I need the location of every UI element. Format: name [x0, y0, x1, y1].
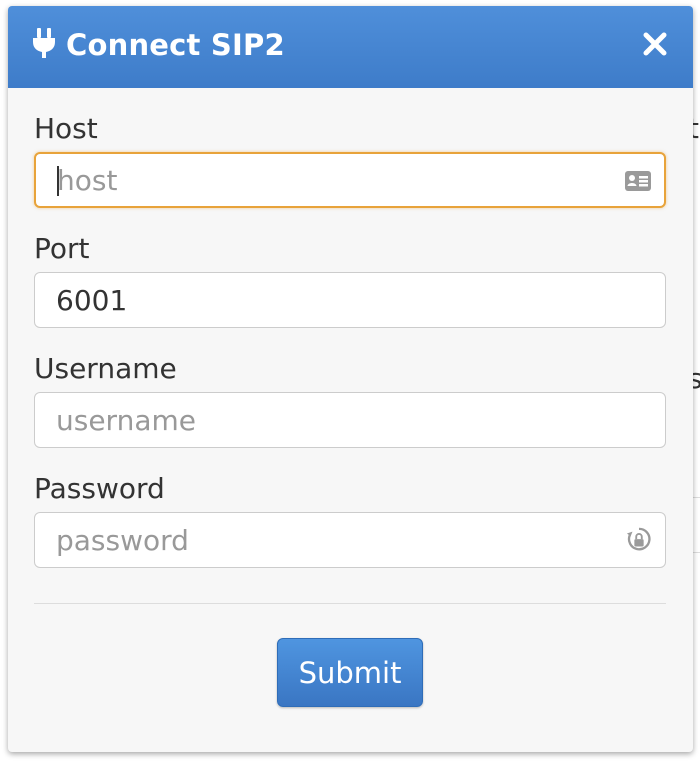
port-field-group: Port [34, 232, 666, 328]
close-icon[interactable] [641, 30, 669, 58]
password-input[interactable] [35, 513, 665, 567]
password-manager-icon[interactable] [625, 527, 653, 553]
port-input[interactable] [35, 273, 665, 327]
dialog-title-text: Connect SIP2 [66, 28, 285, 62]
password-label: Password [34, 472, 165, 505]
connect-sip2-dialog: Connect SIP2 Host Port [8, 6, 693, 752]
submit-button[interactable]: Submit [277, 638, 423, 707]
username-input-wrapper [34, 392, 666, 448]
password-input-wrapper [34, 512, 666, 568]
host-input-wrapper [34, 152, 666, 208]
host-label: Host [34, 112, 98, 145]
username-label: Username [34, 352, 177, 385]
username-input[interactable] [35, 393, 665, 447]
contact-card-icon[interactable] [624, 168, 652, 194]
text-caret [57, 166, 59, 196]
dialog-body: Host Port Username [8, 88, 693, 707]
dialog-title: Connect SIP2 [32, 28, 285, 62]
dialog-header: Connect SIP2 [8, 6, 693, 88]
username-field-group: Username [34, 352, 666, 448]
port-input-wrapper [34, 272, 666, 328]
port-label: Port [34, 232, 90, 265]
password-field-group: Password [34, 472, 666, 568]
dialog-footer: Submit [34, 604, 666, 707]
host-input[interactable] [36, 154, 664, 206]
host-field-group: Host [34, 112, 666, 208]
plug-icon [33, 28, 55, 58]
